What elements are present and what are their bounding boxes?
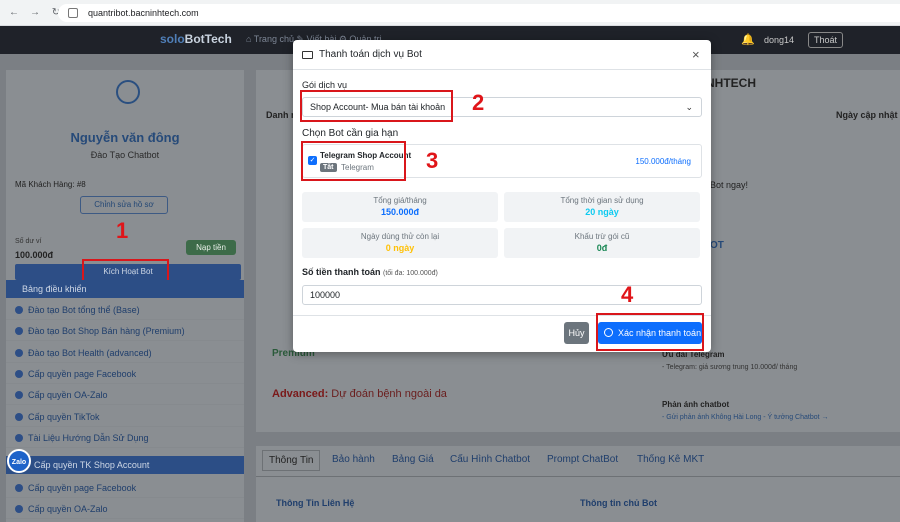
- back-icon[interactable]: ←: [7, 6, 21, 20]
- sidebar-item[interactable]: Tài Liệu Hướng Dẫn Sử Dụng: [6, 428, 244, 448]
- forward-icon[interactable]: →: [28, 6, 42, 20]
- telegram-offer-text: - Telegram: giá sương trung 10.000đ/ thá…: [662, 364, 798, 371]
- profile-subtitle: Đào Tạo Chatbot: [90, 150, 160, 160]
- edit-profile-button[interactable]: Chỉnh sửa hồ sơ: [80, 196, 168, 214]
- advanced-heading: Advanced: Dự đoán bệnh ngoài da: [272, 388, 447, 400]
- cancel-button[interactable]: Hủy: [564, 322, 589, 344]
- sidebar-item[interactable]: Đào tạo Bot tổng thể (Base): [6, 300, 244, 320]
- tab-config[interactable]: Cấu Hình Chatbot: [450, 454, 530, 465]
- bot-price: 150.000đ/tháng: [635, 157, 691, 166]
- stat-total-time: Tổng thời gian sử dụng 20 ngày: [504, 192, 700, 222]
- zalo-chat-icon[interactable]: Zalo: [7, 449, 31, 473]
- close-icon[interactable]: ×: [692, 47, 700, 62]
- annotation-number-4: 4: [621, 282, 634, 307]
- feedback-title: Phản ánh chatbot: [662, 400, 730, 409]
- stat-total-price: Tổng giá/tháng 150.000đ: [302, 192, 498, 222]
- content-text: Bot ngay!: [710, 180, 749, 190]
- customer-id: Mã Khách Hàng: #8: [15, 180, 86, 189]
- credit-card-icon: [302, 51, 313, 59]
- table-header-updated: Ngày cập nhật: [836, 110, 898, 120]
- user-menu[interactable]: dong14: [764, 35, 794, 45]
- tab-pricing[interactable]: Bảng Giá: [392, 454, 434, 465]
- sidebar-shop-header[interactable]: Cấp quyền TK Shop Account: [6, 456, 244, 474]
- site-info-icon[interactable]: [68, 8, 78, 18]
- modal-title: Thanh toán dịch vụ Bot: [319, 49, 422, 60]
- sidebar-item[interactable]: Cấp quyền page Facebook: [6, 364, 244, 384]
- sidebar-item[interactable]: Cấp quyền OA-Zalo: [6, 385, 244, 405]
- tab-divider: [256, 476, 900, 477]
- address-bar[interactable]: quantribot.bacninhtech.com: [58, 4, 900, 22]
- zalo-icon: [15, 505, 23, 513]
- tiktok-icon: [15, 413, 23, 421]
- topup-button[interactable]: Nạp tiền: [186, 240, 236, 255]
- brand-logo[interactable]: soloBotTech: [160, 32, 232, 46]
- sidebar-item[interactable]: Cấp quyền OA-Zalo: [6, 499, 244, 519]
- annotation-box-4: [596, 313, 704, 351]
- stat-trial-days: Ngày dùng thử còn lại 0 ngày: [302, 228, 498, 258]
- balance-value: 100.000đ: [15, 250, 54, 260]
- bot-info-section-title: Thông tin chủ Bot: [580, 498, 657, 508]
- facebook-icon: [15, 484, 23, 492]
- tab-bar: Thông Tin Bảo hành Bảng Giá Cấu Hình Cha…: [256, 446, 900, 522]
- menu-icon: [15, 327, 23, 335]
- annotation-box-2: [300, 90, 453, 122]
- tab-stats[interactable]: Thống Kê MKT: [637, 454, 704, 465]
- choose-bot-label: Chọn Bot cần gia hạn: [302, 128, 399, 139]
- facebook-icon: [15, 370, 23, 378]
- content-bot-heading: OT: [710, 240, 724, 251]
- annotation-number-3: 3: [426, 148, 439, 173]
- tab-prompt[interactable]: Prompt ChatBot: [547, 454, 618, 465]
- annotation-box-3: [301, 141, 406, 181]
- logout-button[interactable]: Thoát: [808, 32, 844, 48]
- feedback-link[interactable]: - Gửi phản ánh Không Hài Long - Ý tưởng …: [662, 414, 829, 421]
- sidebar-item[interactable]: Đào tạo Bot Shop Bán hàng (Premium): [6, 321, 244, 341]
- browser-toolbar: ← → ↻ quantribot.bacninhtech.com: [0, 0, 900, 26]
- zalo-icon: [15, 391, 23, 399]
- sidebar-item[interactable]: Đào tạo Bot Health (advanced): [6, 343, 244, 363]
- avatar-icon: [116, 80, 140, 104]
- profile-name: Nguyễn văn đông: [70, 130, 180, 145]
- annotation-number-2: 2: [472, 90, 485, 115]
- package-label: Gói dịch vụ: [302, 80, 348, 90]
- payment-modal: Thanh toán dịch vụ Bot × Gói dịch vụ Sho…: [293, 40, 711, 352]
- amount-input[interactable]: 100000: [302, 285, 702, 305]
- menu-icon: [15, 306, 23, 314]
- menu-icon: [15, 349, 23, 357]
- balance-label: Số dư ví: [15, 238, 42, 245]
- contact-section-title: Thông Tin Liên Hệ: [276, 498, 355, 508]
- tab-warranty[interactable]: Bảo hành: [332, 454, 375, 465]
- stat-deduction: Khấu trừ gói cũ 0đ: [504, 228, 700, 258]
- bell-icon[interactable]: 🔔: [741, 33, 755, 46]
- sidebar-item[interactable]: Cấp quyền page Facebook: [6, 478, 244, 498]
- sidebar-dashboard-header[interactable]: Bảng điều khiển: [6, 280, 244, 298]
- url-text: quantribot.bacninhtech.com: [88, 8, 199, 18]
- amount-label: Số tiền thanh toán (tối đa: 100.000đ): [302, 267, 438, 277]
- doc-icon: [15, 434, 23, 442]
- sidebar-item[interactable]: Cấp quyền TikTok: [6, 407, 244, 427]
- modal-header: Thanh toán dịch vụ Bot ×: [293, 40, 711, 70]
- tab-info[interactable]: Thông Tin: [262, 450, 321, 471]
- annotation-number-1: 1: [116, 218, 129, 243]
- chevron-down-icon: ⌄: [685, 102, 693, 112]
- content-title: NHTECH: [706, 76, 756, 90]
